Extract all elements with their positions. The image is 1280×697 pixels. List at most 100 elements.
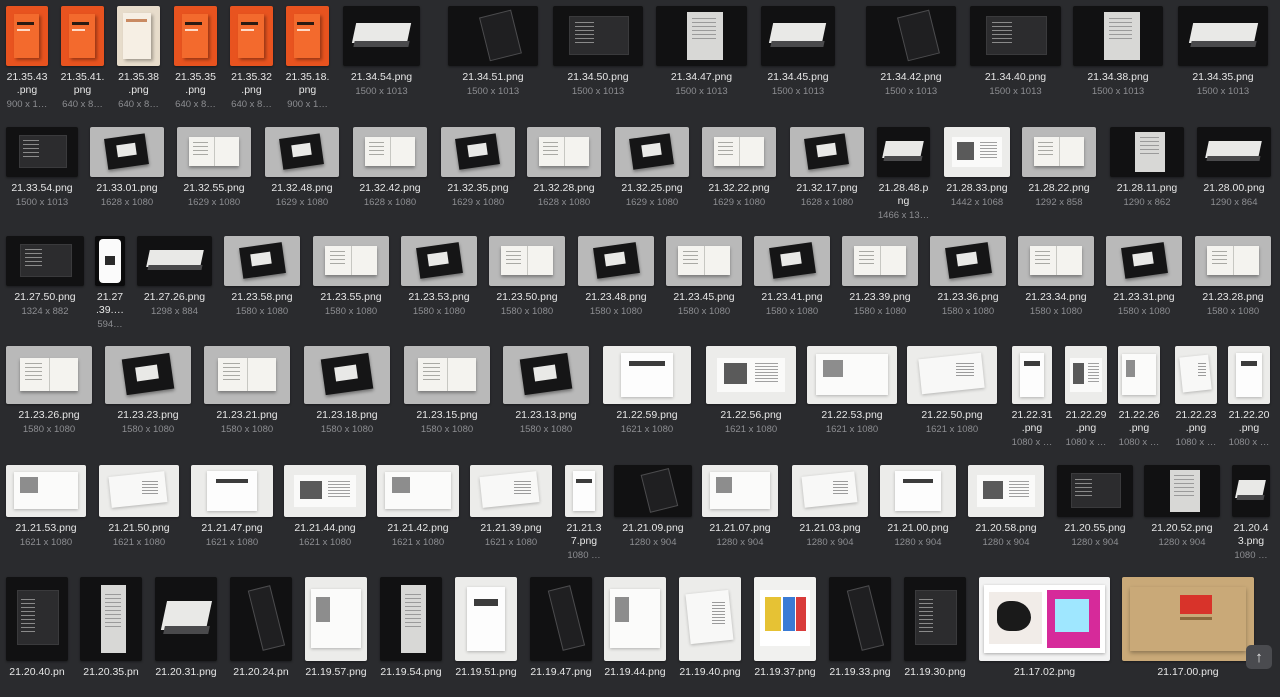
file-thumbnail-item[interactable]: 21.28.22.png 1292 x 858	[1022, 127, 1096, 209]
thumbnail-image[interactable]	[666, 236, 742, 286]
file-thumbnail-item[interactable]: 21.23.55.png 1580 x 1080	[313, 236, 389, 318]
file-thumbnail-item[interactable]: 21.17.00.png	[1122, 577, 1254, 679]
thumbnail-image[interactable]	[1012, 346, 1052, 404]
file-thumbnail-item[interactable]: 21.32.48.png 1629 x 1080	[265, 127, 339, 209]
thumbnail-image[interactable]	[61, 6, 104, 66]
file-thumbnail-item[interactable]: 21.19.33.png	[829, 577, 891, 679]
thumbnail-image[interactable]	[6, 346, 92, 404]
file-thumbnail-item[interactable]: 21.17.02.png	[979, 577, 1110, 679]
file-thumbnail-item[interactable]: 21.35.38 .png 640 x 8…	[117, 6, 160, 111]
thumbnail-image[interactable]	[1022, 127, 1096, 177]
file-thumbnail-item[interactable]: 21.34.51.png 1500 x 1013	[448, 6, 538, 98]
file-thumbnail-item[interactable]: 21.21.07.png 1280 x 904	[702, 465, 778, 549]
file-thumbnail-item[interactable]: 21.21.03.png 1280 x 904	[792, 465, 868, 549]
file-thumbnail-item[interactable]: 21.23.36.png 1580 x 1080	[930, 236, 1006, 318]
file-thumbnail-item[interactable]: 21.27 .39.… 594…	[95, 236, 125, 331]
file-thumbnail-item[interactable]: 21.22.53.png 1621 x 1080	[807, 346, 897, 436]
file-thumbnail-item[interactable]: 21.34.50.png 1500 x 1013	[553, 6, 643, 98]
thumbnail-image[interactable]	[530, 577, 592, 661]
file-thumbnail-item[interactable]: 21.23.15.png 1580 x 1080	[404, 346, 490, 436]
file-thumbnail-item[interactable]: 21.23.41.png 1580 x 1080	[754, 236, 830, 318]
file-thumbnail-item[interactable]: 21.19.30.png	[904, 577, 966, 679]
thumbnail-image[interactable]	[702, 465, 778, 517]
file-thumbnail-item[interactable]: 21.21.3 7.png 1080 …	[565, 465, 603, 562]
thumbnail-image[interactable]	[679, 577, 741, 661]
file-thumbnail-item[interactable]: 21.23.13.png 1580 x 1080	[503, 346, 589, 436]
thumbnail-image[interactable]	[604, 577, 666, 661]
file-thumbnail-item[interactable]: 21.20.52.png 1280 x 904	[1144, 465, 1220, 549]
file-thumbnail-item[interactable]: 21.20.35.pn	[80, 577, 142, 679]
file-thumbnail-item[interactable]: 21.28.33.png 1442 x 1068	[944, 127, 1010, 209]
thumbnail-image[interactable]	[603, 346, 691, 404]
thumbnail-image[interactable]	[792, 465, 868, 517]
file-thumbnail-item[interactable]: 21.22.56.png 1621 x 1080	[706, 346, 796, 436]
thumbnail-image[interactable]	[930, 236, 1006, 286]
file-thumbnail-item[interactable]: 21.27.26.png 1298 x 884	[137, 236, 212, 318]
file-thumbnail-item[interactable]: 21.23.28.png 1580 x 1080	[1195, 236, 1271, 318]
thumbnail-image[interactable]	[404, 346, 490, 404]
file-thumbnail-item[interactable]: 21.28.00.png 1290 x 864	[1197, 127, 1271, 209]
file-thumbnail-item[interactable]: 21.32.55.png 1629 x 1080	[177, 127, 251, 209]
thumbnail-image[interactable]	[353, 127, 427, 177]
thumbnail-image[interactable]	[904, 577, 966, 661]
thumbnail-image[interactable]	[6, 127, 78, 177]
thumbnail-image[interactable]	[503, 346, 589, 404]
thumbnail-image[interactable]	[401, 236, 477, 286]
thumbnail-image[interactable]	[99, 465, 179, 517]
thumbnail-image[interactable]	[1018, 236, 1094, 286]
thumbnail-image[interactable]	[448, 6, 538, 66]
thumbnail-image[interactable]	[177, 127, 251, 177]
thumbnail-image[interactable]	[968, 465, 1044, 517]
thumbnail-image[interactable]	[1110, 127, 1184, 177]
thumbnail-image[interactable]	[455, 577, 517, 661]
file-thumbnail-item[interactable]: 21.34.45.png 1500 x 1013	[761, 6, 835, 98]
file-thumbnail-item[interactable]: 21.32.17.png 1628 x 1080	[790, 127, 864, 209]
file-thumbnail-item[interactable]: 21.34.40.png 1500 x 1013	[970, 6, 1061, 98]
thumbnail-image[interactable]	[286, 6, 329, 66]
thumbnail-image[interactable]	[880, 465, 956, 517]
file-thumbnail-item[interactable]: 21.27.50.png 1324 x 882	[6, 236, 84, 318]
thumbnail-image[interactable]	[489, 236, 565, 286]
thumbnail-image[interactable]	[1195, 236, 1271, 286]
thumbnail-image[interactable]	[944, 127, 1010, 177]
thumbnail-image[interactable]	[230, 577, 292, 661]
thumbnail-image[interactable]	[829, 577, 891, 661]
thumbnail-image[interactable]	[6, 236, 84, 286]
thumbnail-image[interactable]	[578, 236, 654, 286]
thumbnail-image[interactable]	[790, 127, 864, 177]
thumbnail-image[interactable]	[1197, 127, 1271, 177]
file-thumbnail-item[interactable]: 21.23.21.png 1580 x 1080	[204, 346, 290, 436]
thumbnail-image[interactable]	[305, 577, 367, 661]
thumbnail-image[interactable]	[117, 6, 160, 66]
file-thumbnail-item[interactable]: 21.21.39.png 1621 x 1080	[470, 465, 552, 549]
file-thumbnail-item[interactable]: 21.23.31.png 1580 x 1080	[1106, 236, 1182, 318]
file-thumbnail-item[interactable]: 21.32.22.png 1629 x 1080	[702, 127, 776, 209]
thumbnail-image[interactable]	[204, 346, 290, 404]
file-thumbnail-item[interactable]: 21.34.54.png 1500 x 1013	[343, 6, 420, 98]
thumbnail-image[interactable]	[230, 6, 273, 66]
file-thumbnail-item[interactable]: 21.22.31 .png 1080 x …	[1012, 346, 1052, 449]
file-thumbnail-item[interactable]: 21.21.53.png 1621 x 1080	[6, 465, 86, 549]
file-thumbnail-item[interactable]: 21.19.57.png	[305, 577, 367, 679]
thumbnail-image[interactable]	[90, 127, 164, 177]
thumbnail-image[interactable]	[754, 236, 830, 286]
file-thumbnail-item[interactable]: 21.20.24.pn	[230, 577, 292, 679]
thumbnail-image[interactable]	[224, 236, 300, 286]
thumbnail-image[interactable]	[877, 127, 930, 177]
file-thumbnail-item[interactable]: 21.21.42.png 1621 x 1080	[377, 465, 459, 549]
file-thumbnail-item[interactable]: 21.22.26 .png 1080 x …	[1118, 346, 1160, 449]
thumbnail-image[interactable]	[761, 6, 835, 66]
thumbnail-image[interactable]	[6, 6, 48, 66]
thumbnail-image[interactable]	[380, 577, 442, 661]
file-thumbnail-item[interactable]: 21.23.26.png 1580 x 1080	[6, 346, 92, 436]
thumbnail-image[interactable]	[1118, 346, 1160, 404]
thumbnail-image[interactable]	[304, 346, 390, 404]
file-thumbnail-item[interactable]: 21.35.43 .png 900 x 1…	[6, 6, 48, 111]
thumbnail-image[interactable]	[470, 465, 552, 517]
thumbnail-image[interactable]	[702, 127, 776, 177]
file-thumbnail-item[interactable]: 21.21.09.png 1280 x 904	[614, 465, 692, 549]
thumbnail-image[interactable]	[155, 577, 217, 661]
thumbnail-image[interactable]	[105, 346, 191, 404]
file-thumbnail-item[interactable]: 21.33.01.png 1628 x 1080	[90, 127, 164, 209]
thumbnail-image[interactable]	[137, 236, 212, 286]
